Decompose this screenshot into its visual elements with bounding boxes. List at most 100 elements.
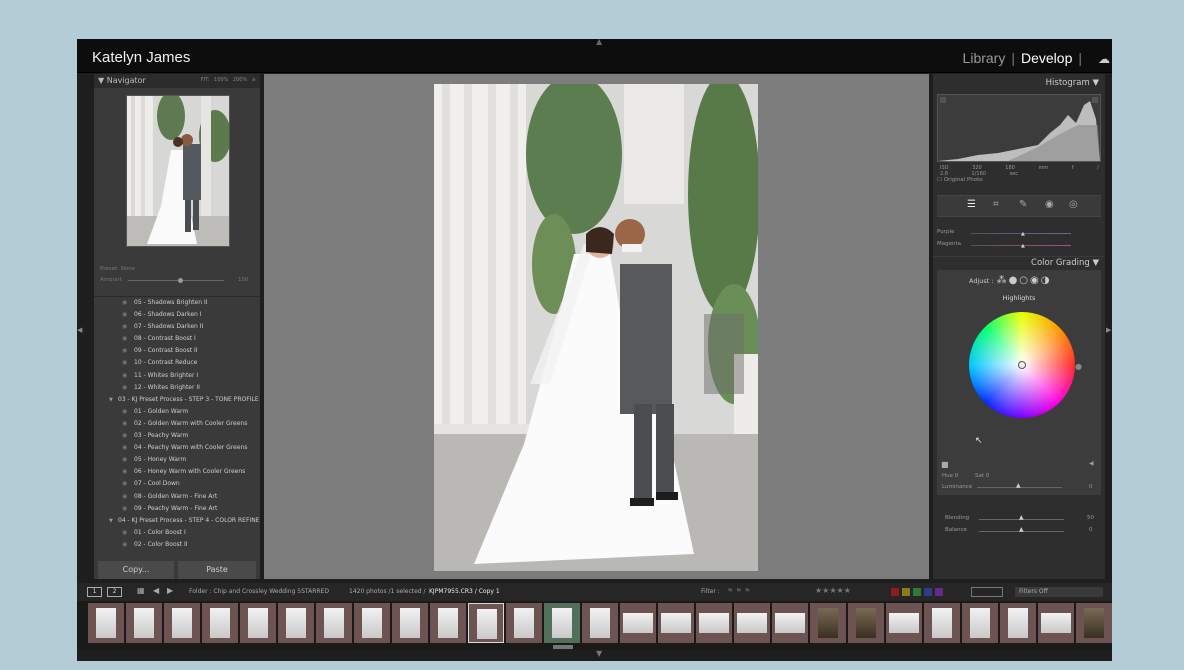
preset-item[interactable]: ◉ 08 - Contrast Boost I [94, 333, 260, 345]
preset-item[interactable]: ◉ 12 - Whites Brighter II [94, 382, 260, 394]
purple-label-filter[interactable] [935, 588, 943, 596]
filmstrip-thumbnail[interactable] [1000, 603, 1036, 643]
hsl-magenta-row[interactable]: Magenta ▲ [937, 241, 1101, 251]
preset-folder[interactable]: ▼ 03 - KJ Preset Process - STEP 3 - TONE … [94, 394, 260, 406]
green-label-filter[interactable] [913, 588, 921, 596]
navigator-header[interactable]: ▼ Navigator FIT: 100% 200% ≥ [94, 74, 260, 88]
filmstrip-thumbnail[interactable] [962, 603, 998, 643]
navigator-preview[interactable] [126, 95, 230, 247]
amount-slider-knob[interactable] [178, 278, 183, 283]
filmstrip-thumbnail[interactable] [278, 603, 314, 643]
filmstrip-thumbnail[interactable] [886, 603, 922, 643]
folder-path[interactable]: Folder : Chip and Crossley Wedding 5STAR… [189, 588, 329, 595]
blue-label-filter[interactable] [924, 588, 932, 596]
luminance-slider-knob[interactable]: ▲ [1016, 482, 1021, 489]
cloud-icon[interactable]: ☁ [1098, 52, 1110, 66]
balance-slider-knob[interactable]: ▲ [1019, 526, 1024, 533]
image-canvas[interactable] [264, 74, 929, 579]
hue-field[interactable]: Hue 0 [942, 473, 958, 479]
filmstrip-thumbnail[interactable] [430, 603, 466, 643]
filmstrip-thumbnail[interactable] [202, 603, 238, 643]
filmstrip-thumbnail[interactable] [658, 603, 694, 643]
filmstrip-thumbnail[interactable] [354, 603, 390, 643]
forward-arrow-icon[interactable]: ▶ [167, 586, 173, 595]
filmstrip-thumbnail[interactable] [468, 603, 504, 643]
primary-display-button[interactable]: 1 [87, 587, 102, 597]
preset-item[interactable]: ◉ 09 - Peachy Warm - Fine Art [94, 503, 260, 515]
filmstrip-thumbnail[interactable] [506, 603, 542, 643]
navigator-zoom-options[interactable]: FIT: 100% 200% ≥ [201, 77, 256, 83]
right-panel-toggle-icon[interactable]: ▶ [1106, 326, 1111, 334]
red-eye-icon[interactable]: ◉ [1045, 199, 1054, 210]
filmstrip-thumbnail[interactable] [810, 603, 846, 643]
filmstrip-thumbnail[interactable] [924, 603, 960, 643]
yellow-label-filter[interactable] [902, 588, 910, 596]
selected-filename[interactable]: KJPM7955.CR3 / Copy 1 [429, 588, 500, 595]
preset-item[interactable]: ◉ 05 - Shadows Brighten II [94, 297, 260, 309]
histogram[interactable] [937, 94, 1101, 162]
color-wheel-handle[interactable] [1018, 361, 1026, 369]
filmstrip-thumbnail[interactable] [1038, 603, 1074, 643]
filmstrip-thumbnail[interactable] [620, 603, 656, 643]
filmstrip-thumbnail[interactable] [696, 603, 732, 643]
color-swatch-icon[interactable]: ■ [941, 460, 949, 469]
preset-item[interactable]: ◉ 06 - Honey Warm with Cooler Greens [94, 466, 260, 478]
filmstrip-thumbnail[interactable] [772, 603, 808, 643]
star-filter-icons[interactable]: ★★★★★ [815, 586, 851, 595]
adjust-mode-icons[interactable]: ⁂●○◉◑ [997, 275, 1052, 286]
copy-button[interactable]: Copy... [98, 561, 174, 579]
filmstrip-thumbnail[interactable] [88, 603, 124, 643]
main-photo[interactable] [434, 84, 758, 571]
red-label-filter[interactable] [891, 588, 899, 596]
sat-field[interactable]: Sat 0 [975, 473, 989, 479]
preset-item[interactable]: ◉ 07 - Shadows Darken II [94, 321, 260, 333]
panel-expand-icon[interactable]: ◀ [1089, 460, 1094, 467]
filmstrip-thumbnail[interactable] [544, 603, 580, 643]
filmstrip-thumbnail[interactable] [240, 603, 276, 643]
original-photo-checkbox[interactable]: ☐ Original Photo [937, 177, 983, 183]
color-wheel[interactable] [969, 312, 1075, 418]
flag-filter-icons[interactable]: ⚑ ⚑ ⚑ [727, 587, 750, 595]
preset-item[interactable]: ◉ 06 - Shadows Darken I [94, 309, 260, 321]
luminance-dot-icon[interactable]: ● [1075, 362, 1082, 371]
preset-folder[interactable]: ▼ 04 - KJ Preset Process - STEP 4 - COLOR… [94, 515, 260, 527]
filmstrip-thumbnail[interactable] [392, 603, 428, 643]
grid-icon[interactable]: ▦ [137, 586, 145, 595]
filters-off-dropdown[interactable]: Filters Off [1015, 587, 1103, 597]
healing-icon[interactable]: ✎ [1019, 199, 1027, 210]
preset-item[interactable]: ◉ 07 - Cool Down [94, 478, 260, 490]
filmstrip-thumbnail[interactable] [1076, 603, 1112, 643]
preset-item[interactable]: ◉ 11 - Whites Brighter I [94, 370, 260, 382]
collapse-bottom-panel-icon[interactable]: ▼ [596, 649, 602, 658]
preset-item[interactable]: ◉ 01 - Golden Warm [94, 406, 260, 418]
masking-icon[interactable]: ◎ [1069, 199, 1078, 210]
filmstrip-thumbnail[interactable] [164, 603, 200, 643]
crop-icon[interactable]: ⌗ [993, 199, 999, 210]
amount-value[interactable]: 100 [238, 277, 249, 283]
preset-item[interactable]: ◉ 09 - Contrast Boost II [94, 345, 260, 357]
histogram-header[interactable]: Histogram ▼ [933, 77, 1105, 90]
filmstrip-thumbnail[interactable] [316, 603, 352, 643]
triangle-down-icon[interactable]: ▼ [109, 394, 113, 406]
filmstrip-thumbnail[interactable] [848, 603, 884, 643]
color-grading-header[interactable]: Color Grading ▼ [933, 256, 1105, 269]
filmstrip-thumbnail[interactable] [734, 603, 770, 643]
secondary-display-button[interactable]: 2 [107, 587, 122, 597]
blending-slider-knob[interactable]: ▲ [1019, 514, 1024, 521]
preset-item[interactable]: ◉ 02 - Color Boost II [94, 539, 260, 551]
collapse-top-panel-icon[interactable]: ▲ [596, 39, 602, 46]
balance-value[interactable]: 0 [1089, 527, 1093, 533]
preset-item[interactable]: ◉ 05 - Honey Warm [94, 454, 260, 466]
paste-button[interactable]: Paste [178, 561, 256, 579]
filmstrip-thumbnail[interactable] [126, 603, 162, 643]
preset-item[interactable]: ◉ 04 - Peachy Warm with Cooler Greens [94, 442, 260, 454]
edit-sliders-icon[interactable]: ☰ [967, 199, 976, 210]
preset-item[interactable]: ◉ 02 - Golden Warm with Cooler Greens [94, 418, 260, 430]
module-develop[interactable]: Develop [1021, 50, 1072, 66]
blending-value[interactable]: 50 [1087, 515, 1094, 521]
filmstrip-thumbnail[interactable] [582, 603, 618, 643]
hsl-purple-row[interactable]: Purple ▲ [937, 229, 1101, 239]
preset-item[interactable]: ◉ 08 - Golden Warm - Fine Art [94, 491, 260, 503]
back-arrow-icon[interactable]: ◀ [153, 586, 159, 595]
module-library[interactable]: Library [963, 50, 1006, 66]
